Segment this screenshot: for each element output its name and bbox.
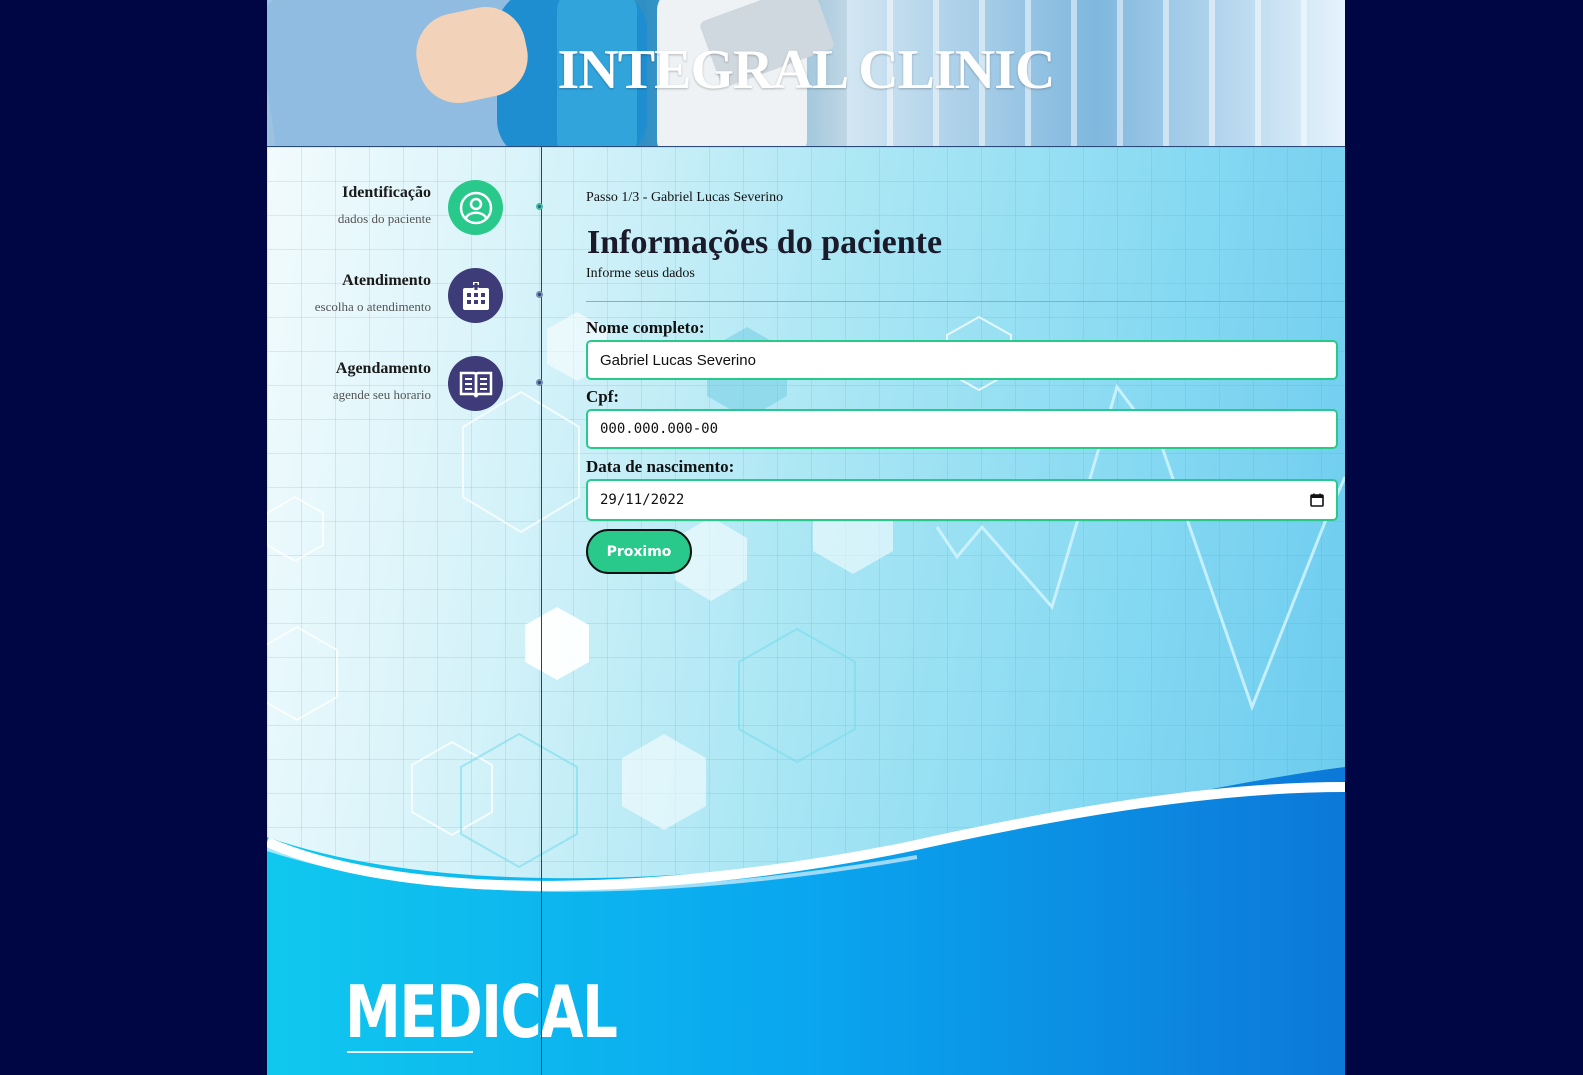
calendar-icon[interactable] (1310, 493, 1324, 507)
step-atendimento[interactable]: Atendimento escolha o atendimento (267, 268, 547, 338)
user-circle-icon (448, 180, 503, 235)
step-title: Agendamento (335, 360, 431, 377)
cpf-label: Cpf: (586, 387, 620, 406)
step-dot (536, 291, 543, 298)
form-divider (586, 301, 1345, 302)
birthdate-field[interactable]: 29/11/2022 (586, 479, 1338, 521)
medical-underline (347, 1051, 473, 1053)
step-identificacao[interactable]: Identificação dados do paciente (267, 180, 547, 250)
step-subtitle: agende seu horario (332, 387, 431, 402)
birthdate-label: Data de nascimento: (586, 457, 735, 476)
cpf-field-value: 000.000.000-00 (600, 421, 719, 437)
site-title: INTEGRAL CLINIC (557, 39, 1056, 101)
form-subtitle: Informe seus dados (586, 266, 695, 281)
step-subtitle: dados do paciente (337, 211, 431, 226)
birthdate-field-value: 29/11/2022 (600, 492, 685, 508)
cpf-field[interactable]: 000.000.000-00 (586, 409, 1338, 449)
header-banner: INTEGRAL CLINIC (267, 0, 1345, 147)
step-agendamento[interactable]: Agendamento agende seu horario (267, 356, 547, 426)
next-button[interactable]: Proximo (586, 529, 692, 574)
name-label: Nome completo: (586, 318, 705, 337)
step-title: Atendimento (342, 272, 431, 289)
name-field[interactable]: Gabriel Lucas Severino (586, 340, 1338, 380)
step-subtitle: escolha o atendimento (314, 299, 431, 314)
open-book-icon (448, 356, 503, 411)
step-dot (536, 379, 543, 386)
page-frame: INTEGRAL CLINIC MEDICAL Identificação da… (267, 0, 1345, 1075)
step-title: Identificação (342, 184, 431, 201)
step-progress-label: Passo 1/3 - Gabriel Lucas Severino (586, 190, 784, 205)
name-field-value: Gabriel Lucas Severino (600, 351, 756, 369)
medical-banner-text: MEDICAL (345, 970, 618, 1054)
form-title: Informações do paciente (587, 224, 943, 261)
step-dot-active (536, 203, 543, 210)
hospital-building-icon (448, 268, 503, 323)
